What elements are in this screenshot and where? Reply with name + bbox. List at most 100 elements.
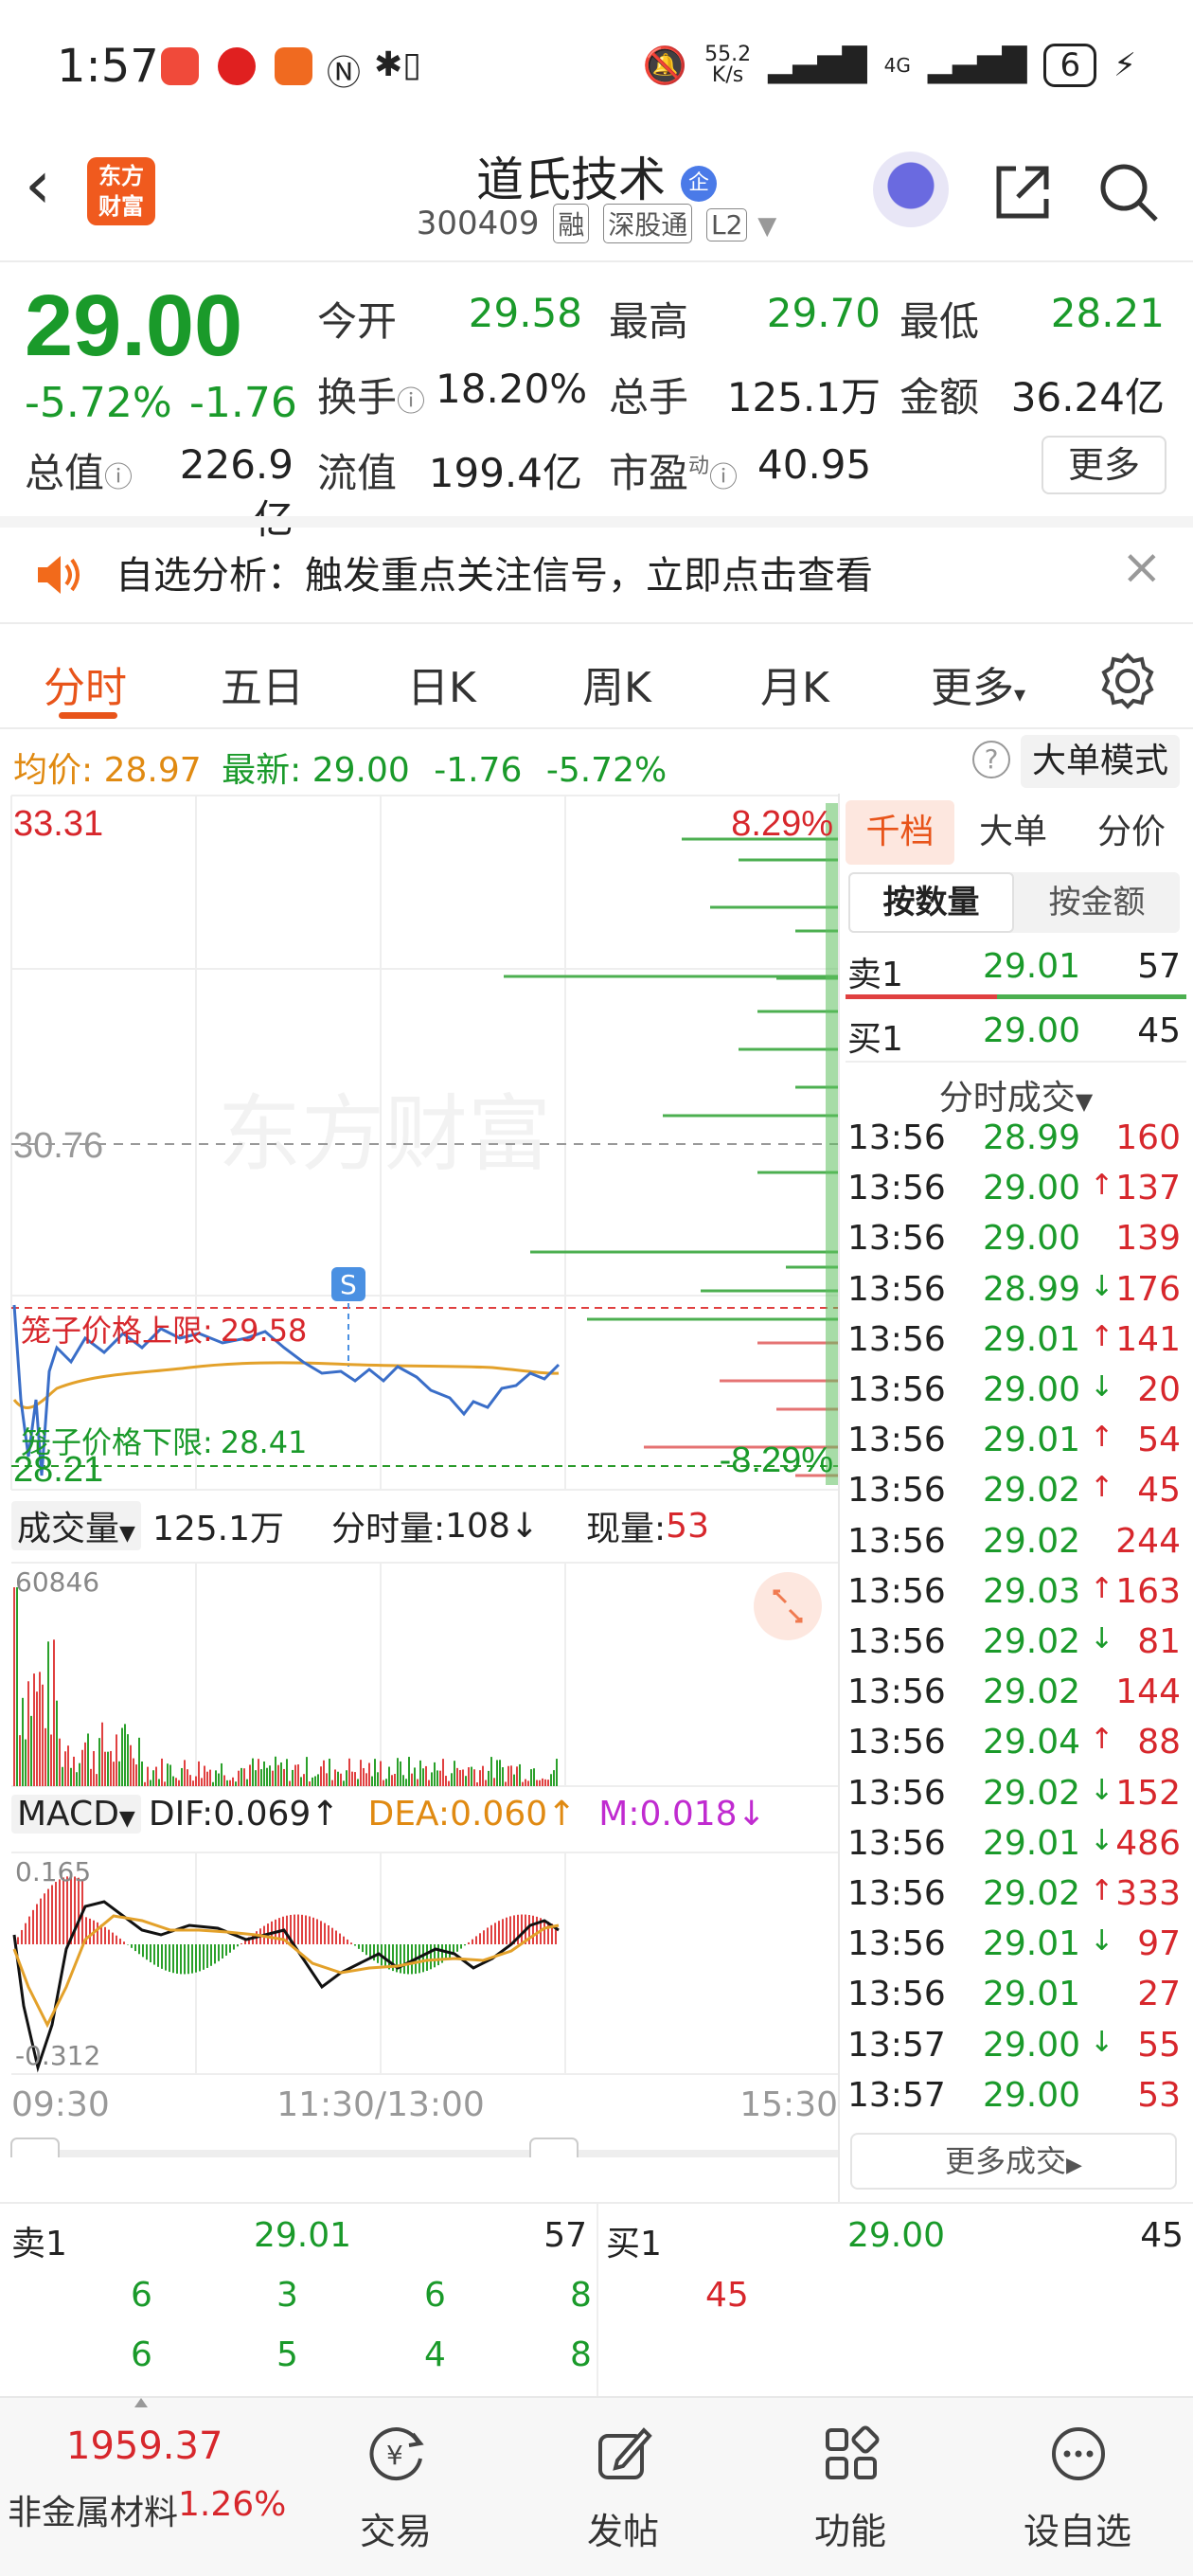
volume-bars	[13, 1587, 558, 1786]
m-value: 0.018	[639, 1795, 738, 1834]
macd-bar	[328, 1924, 329, 1944]
float-label: 流值	[317, 450, 398, 496]
info-icon[interactable]: ⓘ	[709, 461, 738, 494]
tab-five-day[interactable]: 五日	[221, 653, 304, 714]
macd-bottom-tick: -0.312	[15, 2040, 100, 2071]
tick-volume: 97	[1137, 1924, 1181, 1964]
turnover-value: 18.20%	[436, 366, 588, 412]
tab-weekly-k[interactable]: 周K	[582, 653, 651, 714]
macd-bar	[225, 1944, 227, 1956]
signal-icon: ▂▄▆█	[768, 46, 867, 84]
tick-volume: 139	[1115, 1219, 1181, 1259]
tab-more[interactable]: 更多▾	[931, 653, 1025, 714]
volume-bar	[277, 1764, 279, 1786]
macd-bar	[339, 1933, 341, 1944]
chevron-down-icon: ▾	[1014, 681, 1026, 707]
edit-icon	[598, 2427, 652, 2479]
volume-bar	[354, 1772, 356, 1786]
volume-bar	[59, 1738, 61, 1786]
macd-bar	[150, 1944, 151, 1963]
tick-row: 13:56 29.02 ↑ 333	[846, 1874, 1186, 1924]
intraday-chart[interactable]: 东方财富 S 33.31 30.76 28.21 8.29% -8.29% 笼子…	[0, 794, 838, 2157]
float-value: 199.4亿	[428, 450, 582, 496]
volume-bar	[425, 1765, 427, 1786]
tick-volume: 333	[1115, 1874, 1181, 1913]
tick-price: 29.01	[983, 1823, 1081, 1863]
share-icon[interactable]	[989, 159, 1056, 225]
volume-bar	[147, 1766, 149, 1786]
tick-price: 29.02	[983, 1622, 1081, 1661]
upper-limit-text: 笼子价格上限: 29.58	[21, 1313, 307, 1349]
tick-time: 13:57	[847, 2075, 946, 2115]
macd-bar	[21, 1929, 23, 1944]
volume-bar	[374, 1759, 376, 1786]
nav-functions-label: 功能	[813, 2511, 886, 2552]
nav-trade-label: 交易	[359, 2511, 432, 2552]
side-tab-big-orders[interactable]: 大单	[975, 800, 1051, 865]
more-quote-button[interactable]: 更多	[1042, 436, 1166, 494]
ai-assistant-icon[interactable]	[873, 152, 949, 227]
macd-bar	[532, 1915, 534, 1944]
notification-app-icon	[161, 47, 199, 85]
tick-row: 13:56 29.01 ↓ 97	[846, 1924, 1186, 1975]
close-icon[interactable]: ×	[1121, 539, 1163, 596]
volume-bar	[104, 1751, 106, 1786]
macd-bar	[131, 1944, 133, 1948]
macd-bar	[498, 1921, 500, 1944]
macd-bar	[187, 1944, 189, 1975]
tick-time: 13:57	[847, 2025, 946, 2065]
macd-bar	[165, 1944, 167, 1971]
ticks-title[interactable]: 分时成交▼	[846, 1070, 1186, 1119]
volume-bar	[45, 1727, 46, 1786]
volume-bar	[192, 1780, 194, 1786]
chevron-down-icon[interactable]: ▼	[757, 212, 776, 241]
volume-header: 成交量▼ 125.1万 分时量: 108 ↓ 现量: 53	[11, 1501, 709, 1550]
info-icon[interactable]: ⓘ	[104, 461, 133, 494]
help-icon[interactable]: ?	[972, 741, 1010, 778]
info-icon[interactable]: ⓘ	[397, 385, 425, 419]
macd-selector[interactable]: MACD▼	[11, 1795, 141, 1834]
current-volume-value: 53	[666, 1506, 709, 1546]
volume-bar	[76, 1772, 78, 1786]
volume-bar	[394, 1774, 396, 1786]
status-time: 1:57	[57, 40, 159, 93]
tick-arrow-icon: ↑	[1090, 1571, 1114, 1605]
tab-monthly-k[interactable]: 月K	[760, 653, 829, 714]
subtab-by-amount[interactable]: 按金额	[1014, 872, 1180, 933]
volume-bar	[124, 1724, 126, 1786]
volume-selector[interactable]: 成交量▼	[11, 1501, 141, 1550]
volume-bar	[320, 1766, 322, 1786]
tick-time: 13:56	[847, 1421, 946, 1460]
search-icon[interactable]	[1095, 159, 1162, 225]
volume-bar	[178, 1780, 180, 1786]
range-handle-right[interactable]	[529, 2138, 579, 2157]
volume-bar	[326, 1773, 328, 1786]
subtab-by-quantity[interactable]: 按数量	[848, 872, 1014, 933]
big-order-mode-button[interactable]: 大单模式	[1021, 735, 1180, 788]
tick-time: 13:56	[847, 1169, 946, 1208]
alert-banner[interactable]: 自选分析：触发重点关注信号，立即点击查看 ×	[0, 528, 1193, 622]
range-handle-left[interactable]	[10, 2138, 60, 2157]
index-name[interactable]: 非金属材料	[8, 2485, 178, 2534]
volume-bar	[380, 1761, 382, 1786]
side-tab-price-breakdown[interactable]: 分价	[1089, 800, 1174, 865]
notification-app-icon	[275, 47, 312, 85]
volume-bar	[417, 1779, 418, 1786]
tab-daily-k[interactable]: 日K	[407, 653, 476, 714]
index-value[interactable]: 1959.37	[66, 2424, 223, 2468]
volume-bar	[454, 1761, 455, 1786]
avg-price-info: 均价: 28.97 最新: 29.00 -1.76 -5.72%	[13, 742, 667, 792]
more-ticks-button[interactable]: 更多成交▶	[850, 2133, 1177, 2190]
macd-bar	[218, 1944, 220, 1961]
expand-button[interactable]	[754, 1572, 822, 1640]
side-tab-thousand-levels[interactable]: 千档	[846, 800, 954, 865]
macd-bar	[222, 1944, 223, 1959]
chevron-up-icon[interactable]	[134, 2398, 148, 2407]
gear-icon[interactable]	[1098, 652, 1157, 710]
mktcap-label-text: 总值	[25, 450, 105, 496]
volume-bar	[212, 1781, 214, 1786]
tab-intraday[interactable]: 分时	[44, 653, 127, 714]
book-buy1-qty: 45	[1140, 2216, 1184, 2255]
book-sell1-qty: 57	[543, 2216, 587, 2255]
volume-bar	[329, 1758, 330, 1786]
